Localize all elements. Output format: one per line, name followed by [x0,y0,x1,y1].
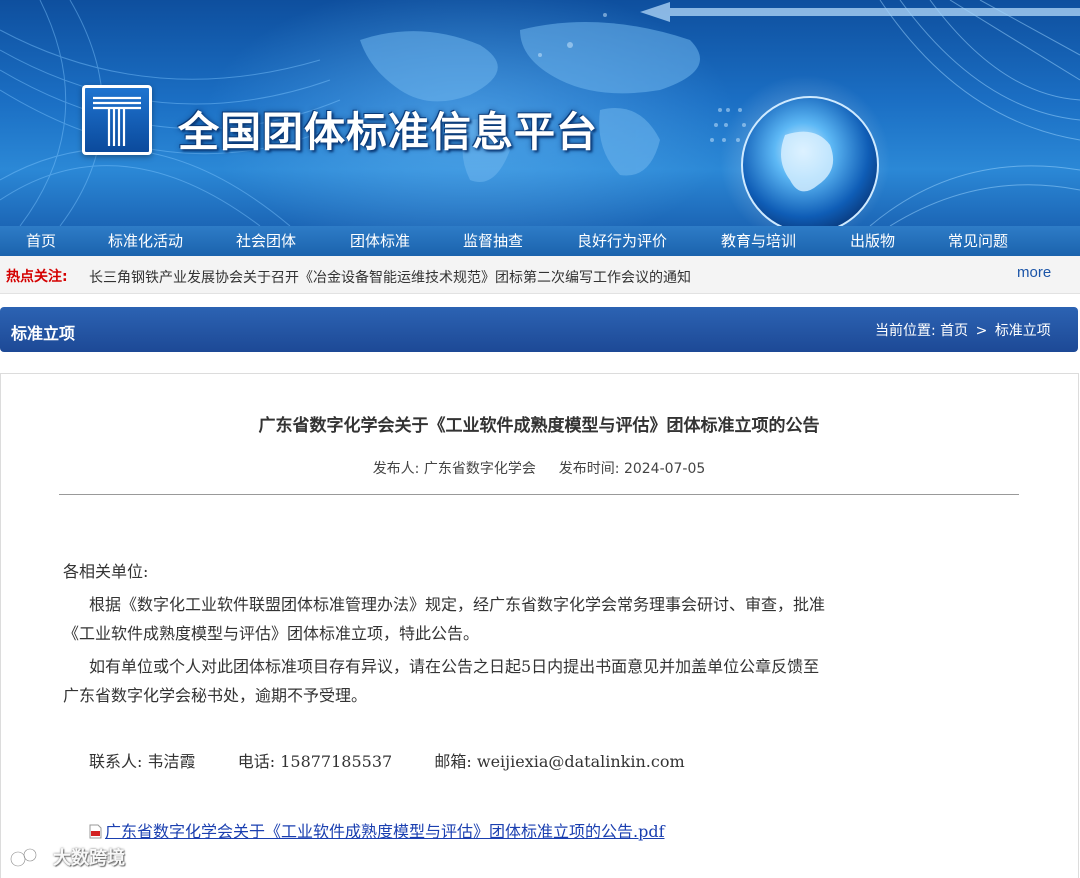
contact-label: 联系人: [89,752,143,771]
nav-item-group-standards[interactable]: 团体标准 [350,226,410,256]
watermark-logo-icon [10,848,44,867]
email-value: weijiexia@datalinkin.com [476,752,685,771]
contact-row: 联系人: 韦洁霞 电话: 15877185537 邮箱: weijiexia@d… [89,748,685,772]
breadcrumb-home-link[interactable]: 首页 [940,320,968,340]
attachment-pdf-link[interactable]: 广东省数字化学会关于《工业软件成熟度模型与评估》团体标准立项的公告.pdf [105,822,665,841]
site-title: 全国团体标准信息平台 [178,108,598,156]
phone-value: 15877185537 [280,752,393,771]
attachment-row: 广东省数字化学会关于《工业软件成熟度模型与评估》团体标准立项的公告.pdf [89,818,665,842]
main-nav: 首页 标准化活动 社会团体 团体标准 监督抽查 良好行为评价 教育与培训 出版物… [0,226,1080,256]
article-title: 广东省数字化学会关于《工业软件成熟度模型与评估》团体标准立项的公告 [258,416,820,436]
article-paragraph-1-line-2: 《工业软件成熟度模型与评估》团体标准立项，特此公告。 [63,624,480,643]
hot-topics-label: 热点关注: [6,269,68,285]
nav-item-supervision[interactable]: 监督抽查 [463,226,523,256]
nav-item-education[interactable]: 教育与培训 [721,226,796,256]
more-link[interactable]: more [1017,264,1051,281]
publisher-label: 发布人: [372,461,420,477]
contact-name: 韦洁霞 [147,752,196,771]
section-title: 标准立项 [11,324,76,343]
breadcrumb-separator: > [975,323,988,339]
phone-label: 电话: [237,752,276,771]
breadcrumb-prefix: 当前位置: [875,323,936,339]
site-banner: 全国团体标准信息平台 [0,0,1080,226]
watermark-text: 大数跨境 [53,848,126,869]
breadcrumb-current[interactable]: 标准立项 [995,320,1051,340]
article-paragraph-2-line-2: 广东省数字化学会秘书处，逾期不予受理。 [63,686,368,705]
nav-item-social-groups[interactable]: 社会团体 [236,226,296,256]
nav-item-good-conduct[interactable]: 良好行为评价 [577,226,667,256]
email-label: 邮箱: [434,752,472,771]
logo-t-icon [93,96,141,146]
publisher-value: 广东省数字化学会 [423,461,536,477]
title-divider [59,494,1019,495]
article-meta: 发布人: 广东省数字化学会 发布时间: 2024-07-05 [0,458,1078,478]
watermark: 大数跨境 [8,844,125,870]
hot-topics-news-link[interactable]: 长三角钢铁产业发展协会关于召开《冶金设备智能运维技术规范》团标第二次编写工作会议… [89,267,691,287]
article-paragraph-2-line-1: 如有单位或个人对此团体标准项目存有异议，请在公告之日起5日内提出书面意见并加盖单… [89,657,820,676]
hot-topics-bar: 热点关注: 长三角钢铁产业发展协会关于召开《冶金设备智能运维技术规范》团标第二次… [0,256,1080,294]
publish-date-label: 发布时间: [558,461,620,477]
publish-date-value: 2024-07-05 [623,461,706,477]
pdf-file-icon [89,824,102,839]
article-salutation: 各相关单位: [63,562,149,581]
nav-item-publications[interactable]: 出版物 [850,226,895,256]
nav-item-standardization-activities[interactable]: 标准化活动 [108,226,183,256]
site-logo[interactable] [82,85,152,155]
nav-item-home[interactable]: 首页 [26,226,56,256]
nav-item-faq[interactable]: 常见问题 [948,226,1008,256]
section-header: 标准立项 当前位置: 首页 > 标准立项 [0,307,1078,352]
article-paragraph-1-line-1: 根据《数字化工业软件联盟团体标准管理办法》规定，经广东省数字化学会常务理事会研讨… [89,595,826,614]
breadcrumb: 当前位置: 首页 > 标准立项 [875,320,1051,340]
